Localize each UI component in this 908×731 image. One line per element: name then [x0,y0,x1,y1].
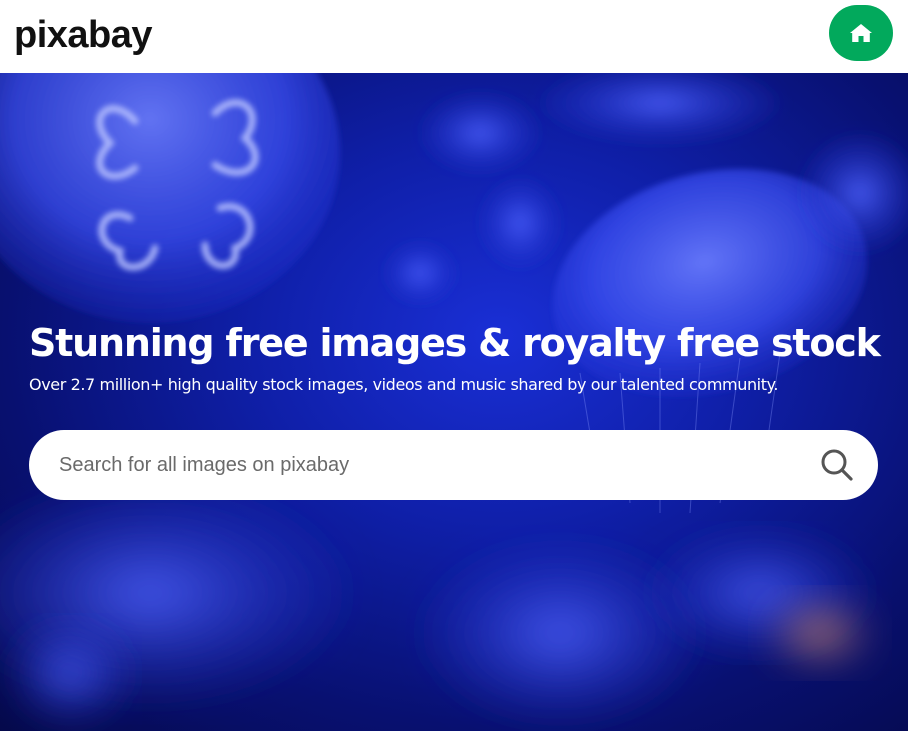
search-input[interactable] [59,430,819,500]
search-icon[interactable] [817,445,857,485]
hero-subtitle: Over 2.7 million+ high quality stock ima… [29,375,779,394]
site-header: pixabay [0,0,908,73]
search-bar [29,430,878,500]
jellyfish-background-image [0,73,908,723]
home-button[interactable] [829,5,893,61]
hero-title: Stunning free images & royalty free stoc… [29,321,881,365]
home-icon [849,23,873,43]
hero-banner: Stunning free images & royalty free stoc… [0,73,908,731]
pixabay-logo[interactable]: pixabay [14,11,153,59]
